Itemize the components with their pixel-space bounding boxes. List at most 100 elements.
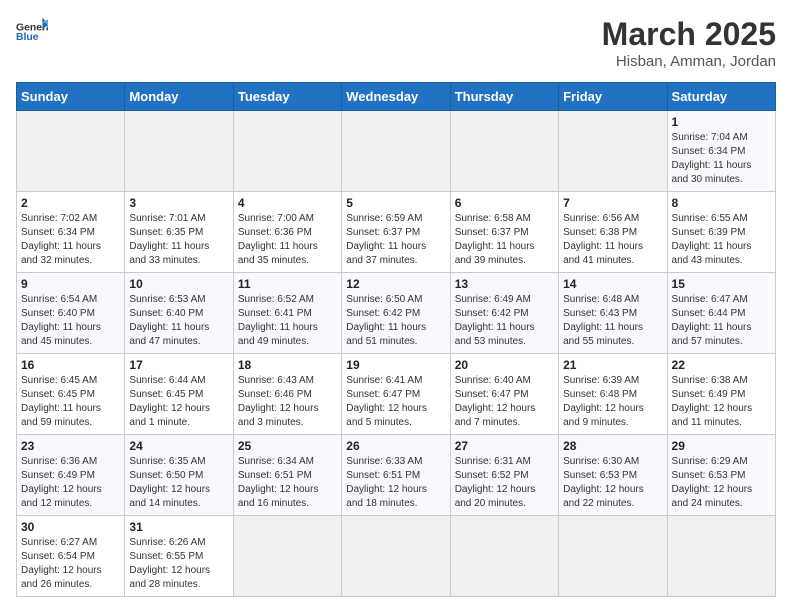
calendar-cell: 27 Sunrise: 6:31 AM Sunset: 6:52 PM Dayli…: [450, 435, 558, 516]
day-number: 1: [672, 115, 771, 129]
page-header: General Blue March 2025 Hisban, Amman, J…: [16, 16, 776, 70]
calendar-cell: 18 Sunrise: 6:43 AM Sunset: 6:46 PM Dayli…: [233, 354, 341, 435]
day-number: 28: [563, 439, 662, 453]
day-info: Sunrise: 6:29 AM Sunset: 6:53 PM Dayligh…: [672, 455, 771, 511]
day-info: Sunrise: 6:58 AM Sunset: 6:37 PM Dayligh…: [455, 212, 554, 268]
day-info: Sunrise: 6:33 AM Sunset: 6:51 PM Dayligh…: [346, 455, 445, 511]
day-number: 8: [672, 196, 771, 210]
weekday-header-friday: Friday: [559, 83, 667, 111]
calendar-cell: [342, 516, 450, 597]
calendar-cell: 4 Sunrise: 7:00 AM Sunset: 6:36 PM Daylig…: [233, 192, 341, 273]
calendar-header: SundayMondayTuesdayWednesdayThursdayFrid…: [17, 83, 776, 111]
calendar-cell: [233, 111, 341, 192]
day-info: Sunrise: 7:02 AM Sunset: 6:34 PM Dayligh…: [21, 212, 120, 268]
weekday-header-wednesday: Wednesday: [342, 83, 450, 111]
day-number: 17: [129, 358, 228, 372]
calendar-cell: 20Sunrise: 6:40 AM Sunset: 6:47 PM Dayli…: [450, 354, 558, 435]
day-number: 14: [563, 277, 662, 291]
day-number: 12: [346, 277, 445, 291]
calendar-cell: 23 Sunrise: 6:36 AM Sunset: 6:49 PM Dayli…: [17, 435, 125, 516]
title-area: March 2025 Hisban, Amman, Jordan: [602, 16, 776, 70]
calendar-cell: 31 Sunrise: 6:26 AM Sunset: 6:55 PM Dayli…: [125, 516, 233, 597]
calendar-cell: 8 Sunrise: 6:55 AM Sunset: 6:39 PM Daylig…: [667, 192, 775, 273]
calendar-table: SundayMondayTuesdayWednesdayThursdayFrid…: [16, 82, 776, 597]
calendar-cell: 6 Sunrise: 6:58 AM Sunset: 6:37 PM Daylig…: [450, 192, 558, 273]
logo: General Blue: [16, 16, 48, 44]
day-info: Sunrise: 7:00 AM Sunset: 6:36 PM Dayligh…: [238, 212, 337, 268]
day-info: Sunrise: 6:59 AM Sunset: 6:37 PM Dayligh…: [346, 212, 445, 268]
svg-text:Blue: Blue: [16, 32, 39, 43]
calendar-body: 1 Sunrise: 7:04 AM Sunset: 6:34 PM Daylig…: [17, 111, 776, 597]
calendar-cell: 26 Sunrise: 6:33 AM Sunset: 6:51 PM Dayli…: [342, 435, 450, 516]
day-info: Sunrise: 6:41 AM Sunset: 6:47 PM Dayligh…: [346, 374, 445, 430]
logo-icon: General Blue: [16, 16, 48, 44]
day-number: 3: [129, 196, 228, 210]
calendar-cell: [17, 111, 125, 192]
calendar-cell: 10Sunrise: 6:53 AM Sunset: 6:40 PM Dayli…: [125, 273, 233, 354]
day-number: 11: [238, 277, 337, 291]
month-title: March 2025: [602, 16, 776, 53]
day-number: 16: [21, 358, 120, 372]
day-info: Sunrise: 6:56 AM Sunset: 6:38 PM Dayligh…: [563, 212, 662, 268]
day-number: 26: [346, 439, 445, 453]
calendar-week-row: 1 Sunrise: 7:04 AM Sunset: 6:34 PM Daylig…: [17, 111, 776, 192]
calendar-cell: 12Sunrise: 6:50 AM Sunset: 6:42 PM Dayli…: [342, 273, 450, 354]
calendar-cell: [559, 516, 667, 597]
calendar-cell: 2 Sunrise: 7:02 AM Sunset: 6:34 PM Daylig…: [17, 192, 125, 273]
day-number: 2: [21, 196, 120, 210]
day-info: Sunrise: 6:53 AM Sunset: 6:40 PM Dayligh…: [129, 293, 228, 349]
calendar-cell: [667, 516, 775, 597]
day-number: 31: [129, 520, 228, 534]
day-info: Sunrise: 6:40 AM Sunset: 6:47 PM Dayligh…: [455, 374, 554, 430]
calendar-cell: 22Sunrise: 6:38 AM Sunset: 6:49 PM Dayli…: [667, 354, 775, 435]
calendar-cell: 11Sunrise: 6:52 AM Sunset: 6:41 PM Dayli…: [233, 273, 341, 354]
calendar-week-row: 30Sunrise: 6:27 AM Sunset: 6:54 PM Dayli…: [17, 516, 776, 597]
day-info: Sunrise: 6:45 AM Sunset: 6:45 PM Dayligh…: [21, 374, 120, 430]
calendar-cell: 1 Sunrise: 7:04 AM Sunset: 6:34 PM Daylig…: [667, 111, 775, 192]
weekday-header-thursday: Thursday: [450, 83, 558, 111]
day-number: 4: [238, 196, 337, 210]
location-subtitle: Hisban, Amman, Jordan: [602, 53, 776, 70]
calendar-cell: 5Sunrise: 6:59 AM Sunset: 6:37 PM Daylig…: [342, 192, 450, 273]
day-number: 19: [346, 358, 445, 372]
day-info: Sunrise: 6:36 AM Sunset: 6:49 PM Dayligh…: [21, 455, 120, 511]
calendar-cell: 25Sunrise: 6:34 AM Sunset: 6:51 PM Dayli…: [233, 435, 341, 516]
weekday-header-saturday: Saturday: [667, 83, 775, 111]
day-info: Sunrise: 6:39 AM Sunset: 6:48 PM Dayligh…: [563, 374, 662, 430]
day-info: Sunrise: 6:26 AM Sunset: 6:55 PM Dayligh…: [129, 536, 228, 592]
day-info: Sunrise: 7:04 AM Sunset: 6:34 PM Dayligh…: [672, 131, 771, 187]
calendar-cell: 7Sunrise: 6:56 AM Sunset: 6:38 PM Daylig…: [559, 192, 667, 273]
calendar-cell: [559, 111, 667, 192]
calendar-week-row: 16 Sunrise: 6:45 AM Sunset: 6:45 PM Dayli…: [17, 354, 776, 435]
calendar-cell: [342, 111, 450, 192]
day-info: Sunrise: 6:44 AM Sunset: 6:45 PM Dayligh…: [129, 374, 228, 430]
day-info: Sunrise: 6:55 AM Sunset: 6:39 PM Dayligh…: [672, 212, 771, 268]
day-number: 13: [455, 277, 554, 291]
calendar-cell: 19 Sunrise: 6:41 AM Sunset: 6:47 PM Dayli…: [342, 354, 450, 435]
calendar-week-row: 9Sunrise: 6:54 AM Sunset: 6:40 PM Daylig…: [17, 273, 776, 354]
calendar-cell: 21Sunrise: 6:39 AM Sunset: 6:48 PM Dayli…: [559, 354, 667, 435]
day-number: 22: [672, 358, 771, 372]
day-info: Sunrise: 6:48 AM Sunset: 6:43 PM Dayligh…: [563, 293, 662, 349]
calendar-cell: 14 Sunrise: 6:48 AM Sunset: 6:43 PM Dayli…: [559, 273, 667, 354]
calendar-week-row: 23 Sunrise: 6:36 AM Sunset: 6:49 PM Dayli…: [17, 435, 776, 516]
day-info: Sunrise: 6:47 AM Sunset: 6:44 PM Dayligh…: [672, 293, 771, 349]
weekday-header-tuesday: Tuesday: [233, 83, 341, 111]
day-number: 18: [238, 358, 337, 372]
calendar-cell: 9Sunrise: 6:54 AM Sunset: 6:40 PM Daylig…: [17, 273, 125, 354]
calendar-cell: 30Sunrise: 6:27 AM Sunset: 6:54 PM Dayli…: [17, 516, 125, 597]
day-info: Sunrise: 6:43 AM Sunset: 6:46 PM Dayligh…: [238, 374, 337, 430]
calendar-week-row: 2 Sunrise: 7:02 AM Sunset: 6:34 PM Daylig…: [17, 192, 776, 273]
day-number: 6: [455, 196, 554, 210]
calendar-cell: [125, 111, 233, 192]
day-number: 27: [455, 439, 554, 453]
calendar-cell: [450, 516, 558, 597]
weekday-header-monday: Monday: [125, 83, 233, 111]
day-number: 23: [21, 439, 120, 453]
day-info: Sunrise: 6:35 AM Sunset: 6:50 PM Dayligh…: [129, 455, 228, 511]
calendar-cell: 15 Sunrise: 6:47 AM Sunset: 6:44 PM Dayli…: [667, 273, 775, 354]
day-info: Sunrise: 6:31 AM Sunset: 6:52 PM Dayligh…: [455, 455, 554, 511]
day-number: 15: [672, 277, 771, 291]
calendar-cell: [450, 111, 558, 192]
calendar-cell: 13Sunrise: 6:49 AM Sunset: 6:42 PM Dayli…: [450, 273, 558, 354]
